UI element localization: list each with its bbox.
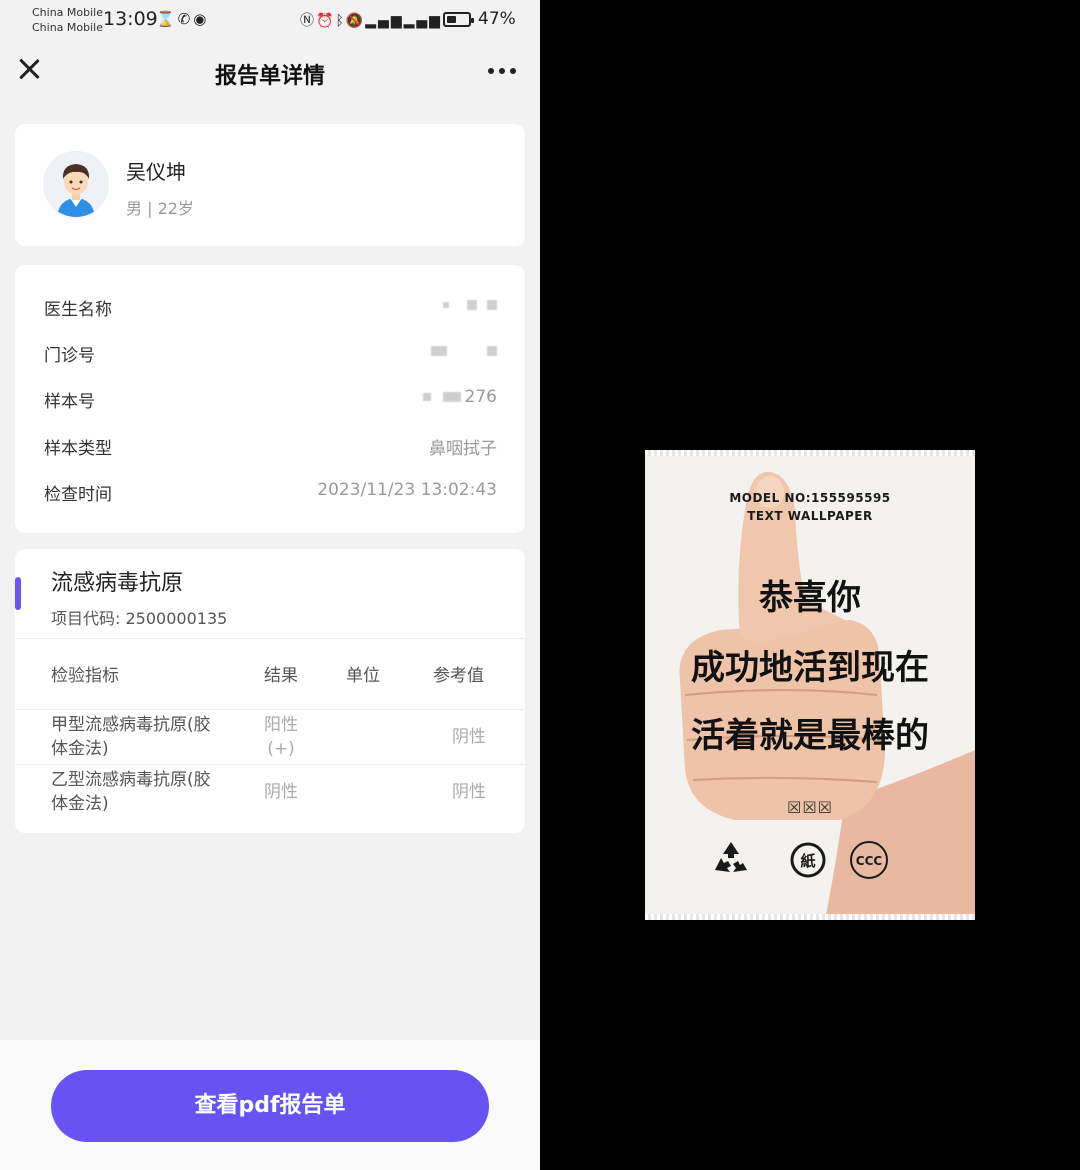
info-label: 样本号 [44, 392, 95, 412]
info-value-partial: 276 [422, 387, 497, 407]
ccc-cert-text: CCC [856, 854, 883, 868]
redaction [422, 393, 431, 401]
info-value-redacted [431, 341, 497, 361]
patient-meta: 男 | 22岁 [126, 199, 194, 218]
battery-percent: 47% [478, 9, 516, 29]
printed-paper: MODEL NO:155595595 TEXT WALLPAPER 恭喜你 成功… [645, 450, 975, 920]
carrier-1: China Mobile [32, 6, 104, 19]
battery-fill [447, 16, 456, 23]
checkbox-marks: ☒☒☒ [786, 798, 834, 817]
result-line: 阳性 [264, 715, 298, 735]
table-row-reference: 阴性 [452, 727, 486, 747]
indicator-line: 乙型流感病毒抗原(胶 [51, 770, 211, 790]
divider [15, 764, 525, 765]
avatar [43, 151, 109, 217]
bottom-action-bar: 查看pdf报告单 [0, 1040, 540, 1170]
indicator-line: 体金法) [51, 794, 109, 814]
more-dot [488, 68, 494, 74]
headline-line-3: 活着就是最棒的 [691, 716, 929, 756]
table-row-result: 阴性 [264, 782, 298, 802]
info-value: 鼻咽拭子 [429, 439, 497, 459]
signal-icon: ▂▄▆ [365, 13, 404, 29]
battery-icon [443, 12, 474, 27]
nfc-icon: Ⓝ [300, 13, 316, 29]
patient-name: 吴仪坤 [126, 160, 186, 184]
model-line: TEXT WALLPAPER [747, 509, 873, 523]
indicator-line: 体金法) [51, 739, 109, 759]
redaction [431, 346, 447, 356]
section-marker [15, 577, 21, 610]
info-label: 检查时间 [44, 485, 112, 505]
call-icon: ✆ [177, 10, 194, 28]
status-right-icons: Ⓝ⏰ᛒ🔕▂▄▆▂▄▆ [300, 10, 442, 30]
indicator-line: 甲型流感病毒抗原(胶 [51, 715, 211, 735]
avatar-illustration [43, 151, 109, 217]
info-value: 2023/11/23 13:02:43 [317, 480, 497, 500]
paper-cert-glyph: 紙 [800, 852, 815, 870]
table-row-indicator: 乙型流感病毒抗原(胶 体金法) [51, 768, 211, 816]
project-code: 项目代码: 2500000135 [51, 605, 227, 629]
info-value-suffix: 276 [464, 387, 497, 407]
more-dot [499, 68, 505, 74]
headline-line-2: 成功地活到现在 [691, 648, 929, 688]
redaction [443, 302, 449, 308]
report-detail-screen: China Mobile China Mobile 13:09 ⌛✆◉ Ⓝ⏰ᛒ🔕… [0, 0, 540, 1170]
info-row-doctor: 医生名称 [44, 295, 497, 320]
project-code-value: 2500000135 [125, 609, 228, 628]
paper-photo: MODEL NO:155595595 TEXT WALLPAPER 恭喜你 成功… [540, 0, 1080, 1170]
info-label: 医生名称 [44, 300, 112, 320]
column-header-result: 结果 [264, 666, 298, 686]
project-title: 流感病毒抗原 [51, 571, 184, 596]
table-row-reference: 阴性 [452, 782, 486, 802]
alarm-icon: ⏰ [316, 13, 336, 29]
page-title: 报告单详情 [214, 64, 325, 89]
divider [15, 709, 525, 710]
bluetooth-icon: ᛒ [335, 13, 346, 29]
project-code-label: 项目代码: [51, 609, 121, 628]
paper-cert-icon: 紙 [790, 842, 826, 878]
recycle-icon [715, 842, 747, 872]
test-result-card: 流感病毒抗原 项目代码: 2500000135 检验指标 结果 单位 参考值 甲… [15, 549, 525, 833]
more-menu-icon[interactable] [488, 68, 518, 76]
ccc-cert-icon: CCC [850, 841, 888, 879]
redaction [487, 300, 497, 310]
redaction [467, 300, 477, 310]
table-row-result: 阳性 (+) [264, 713, 298, 761]
column-header-unit: 单位 [346, 666, 380, 686]
view-pdf-report-button[interactable]: 查看pdf报告单 [51, 1070, 489, 1142]
report-info-card: 医生名称 门诊号 样本号 276 样本类型 鼻咽拭子 检查时间 2023/11/… [15, 265, 525, 533]
status-left-icons: ⌛✆◉ [156, 10, 209, 28]
patient-card: 吴仪坤 男 | 22岁 [15, 124, 525, 246]
signal-2-icon: ▂▄▆ [403, 13, 442, 29]
headline-line-1: 恭喜你 [759, 578, 861, 618]
divider [15, 638, 525, 639]
torn-edge [645, 914, 975, 920]
info-value-redacted [443, 295, 497, 315]
info-row-sample-type: 样本类型 鼻咽拭子 [44, 434, 497, 459]
screenshot-canvas: China Mobile China Mobile 13:09 ⌛✆◉ Ⓝ⏰ᛒ🔕… [0, 0, 1080, 1170]
info-label: 门诊号 [44, 346, 95, 366]
eye-icon: ◉ [193, 10, 210, 28]
status-bar: China Mobile China Mobile 13:09 ⌛✆◉ Ⓝ⏰ᛒ🔕… [0, 0, 540, 42]
more-dot [510, 68, 516, 74]
column-header-reference: 参考值 [433, 666, 484, 686]
carrier-2: China Mobile [32, 21, 104, 34]
table-row-indicator: 甲型流感病毒抗原(胶 体金法) [51, 713, 211, 761]
info-row-outpatient-no: 门诊号 [44, 341, 497, 366]
redaction [487, 346, 497, 356]
carrier-labels: China Mobile China Mobile [32, 5, 103, 35]
model-number-text: MODEL NO:155595595 TEXT WALLPAPER [645, 489, 975, 525]
mute-icon: 🔕 [345, 13, 366, 29]
info-row-check-time: 检查时间 2023/11/23 13:02:43 [44, 480, 497, 505]
model-line: MODEL NO:155595595 [729, 491, 891, 505]
nav-bar: 报告单详情 [0, 42, 540, 104]
info-row-sample-no: 样本号 276 [44, 387, 497, 412]
result-line: (+) [267, 739, 295, 759]
info-label: 样本类型 [44, 439, 112, 459]
hourglass-icon: ⌛ [156, 10, 178, 28]
column-header-indicator: 检验指标 [51, 666, 119, 686]
redaction [442, 392, 461, 402]
status-time: 13:09 [103, 8, 158, 30]
